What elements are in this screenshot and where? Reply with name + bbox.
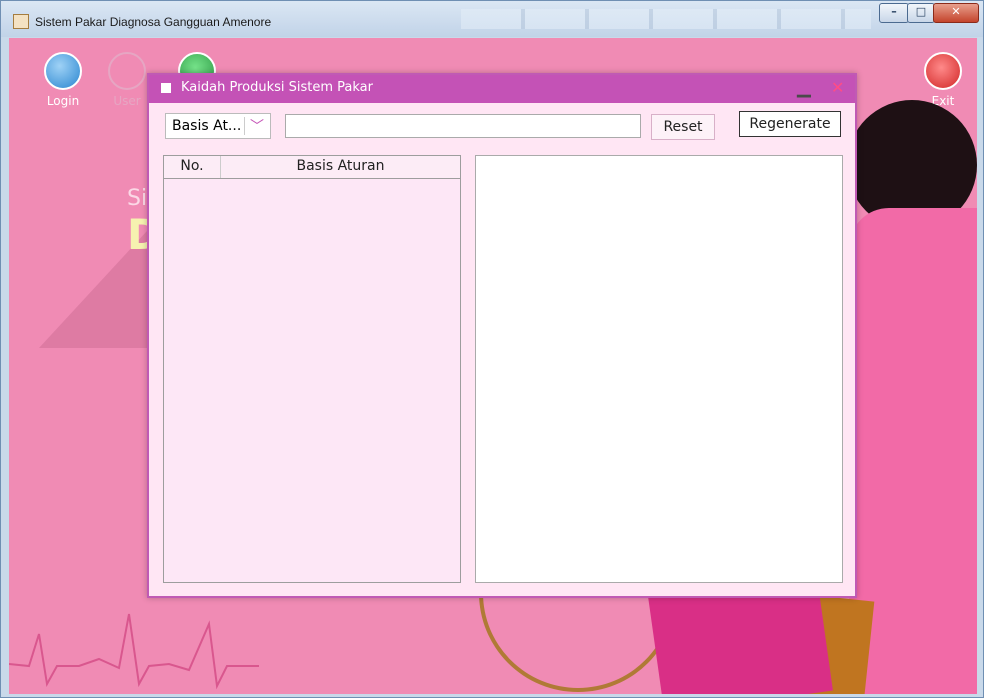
key-icon [44, 52, 82, 90]
maximize-icon: □ [915, 5, 927, 18]
background-title-small: Si [127, 186, 148, 211]
windows-logo-icon [161, 83, 171, 93]
java-app-icon [13, 14, 29, 29]
dialog-close-icon[interactable]: ✕ [831, 78, 844, 97]
dialog-title: Kaidah Produksi Sistem Pakar [181, 80, 373, 95]
combo-divider [244, 117, 245, 135]
window-title: Sistem Pakar Diagnosa Gangguan Amenore [35, 15, 272, 29]
exit-button[interactable]: Exit [913, 52, 973, 108]
column-header-basis-aturan[interactable]: Basis Aturan [221, 158, 460, 174]
reset-button[interactable]: Reset [651, 114, 715, 140]
column-header-no[interactable]: No. [164, 158, 220, 174]
close-button[interactable]: ✕ [933, 3, 979, 23]
login-button[interactable]: Login [33, 52, 93, 108]
basis-aturan-combobox[interactable]: Basis At... ﹀ [165, 113, 271, 139]
taskbar-preview-strip [461, 9, 871, 29]
dialog-titlebar: Kaidah Produksi Sistem Pakar ▁ ✕ [149, 75, 855, 103]
application-window: Sistem Pakar Diagnosa Gangguan Amenore –… [0, 0, 984, 698]
rules-table[interactable]: No. Basis Aturan [163, 155, 461, 583]
dialog-minimize-icon[interactable]: ▁ [797, 77, 811, 98]
wheelchair-user-icon [108, 52, 146, 90]
login-label: Login [46, 94, 80, 108]
minimize-button[interactable]: – [879, 3, 909, 23]
heartbeat-line-icon [9, 613, 259, 690]
chevron-down-icon[interactable]: ﹀ [250, 116, 264, 136]
user-label: User [113, 94, 141, 108]
table-header: No. Basis Aturan [164, 156, 460, 179]
window-titlebar: Sistem Pakar Diagnosa Gangguan Amenore –… [1, 1, 983, 37]
maximize-button[interactable]: □ [907, 3, 935, 23]
search-input[interactable] [285, 114, 641, 138]
rule-detail-textarea[interactable] [475, 155, 843, 583]
minimize-icon: – [891, 5, 897, 18]
close-icon: ✕ [951, 5, 961, 18]
exit-run-icon [924, 52, 962, 90]
kaidah-produksi-dialog: Kaidah Produksi Sistem Pakar ▁ ✕ Basis A… [147, 73, 857, 598]
regenerate-button[interactable]: Regenerate [739, 111, 841, 137]
combo-selected-value: Basis At... [172, 118, 242, 134]
